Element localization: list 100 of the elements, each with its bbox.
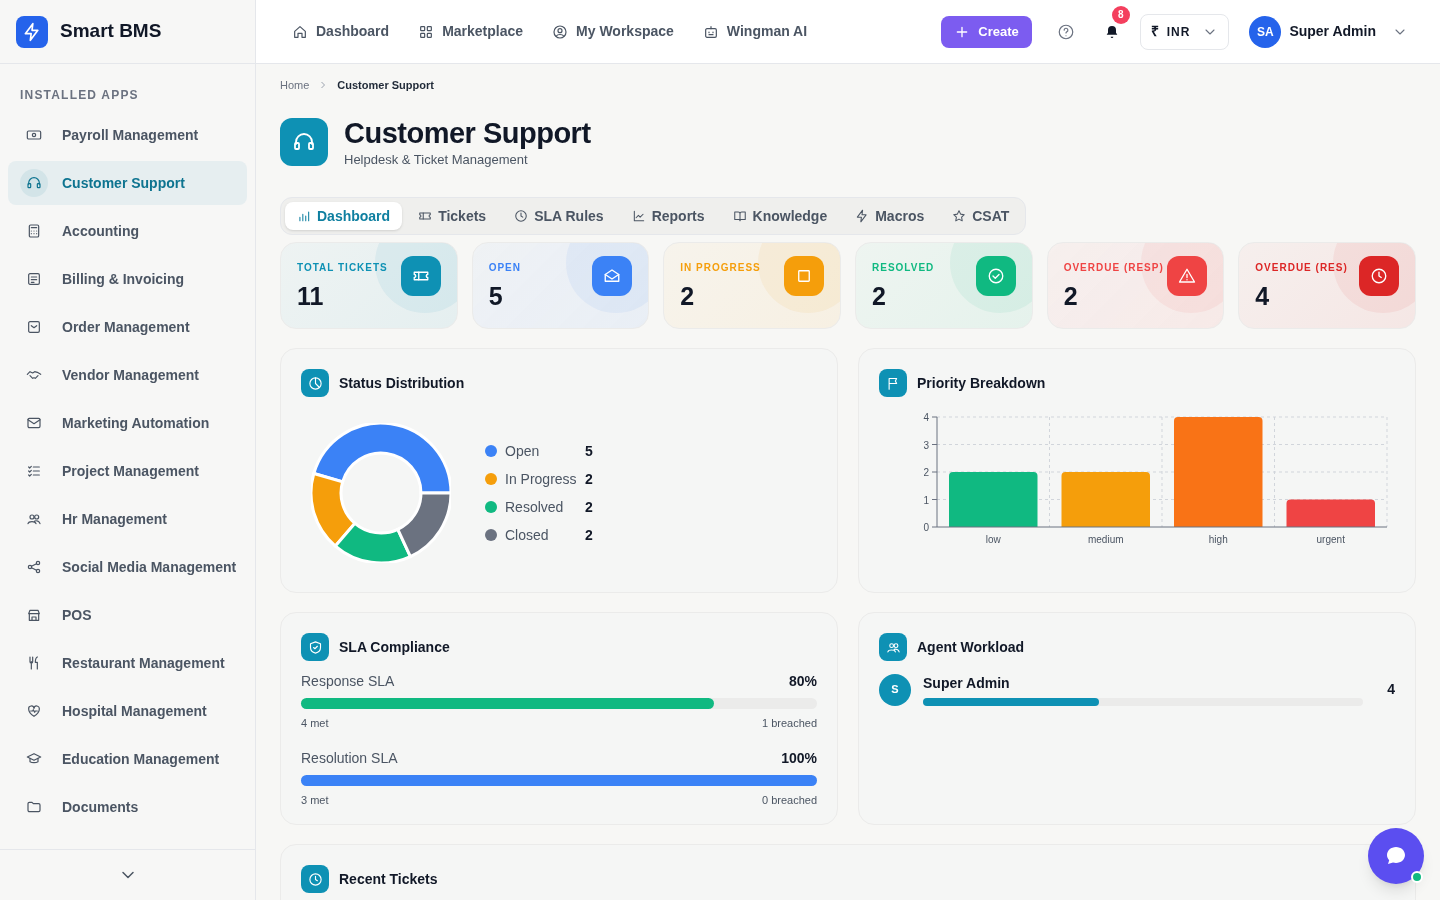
workload-count: 4: [1387, 680, 1395, 699]
sidebar-item[interactable]: Project Management: [8, 449, 247, 493]
currency-selector[interactable]: ₹ INR: [1139, 13, 1230, 50]
calculator-icon: [26, 223, 42, 239]
sla-percent: 80%: [788, 672, 817, 691]
help-icon: [1056, 22, 1075, 41]
panel-title: Recent Tickets: [339, 869, 438, 889]
nav-link[interactable]: Marketplace: [418, 21, 524, 42]
sidebar-item[interactable]: Hospital Management: [8, 689, 247, 733]
clock-icon: [514, 209, 529, 223]
tab[interactable]: CSAT: [940, 202, 1022, 230]
sidebar-item[interactable]: Restaurant Management: [8, 641, 247, 685]
axis-tick-label: 3: [923, 439, 929, 451]
banknote-icon: [26, 127, 42, 143]
axis-tick-label: 4: [923, 412, 929, 423]
agent-name: Super Admin: [923, 674, 1011, 693]
sidebar-item[interactable]: Marketing Automation: [8, 401, 247, 445]
grid-icon: [418, 23, 435, 40]
user-icon: [552, 23, 569, 40]
stat-value: 2: [680, 281, 696, 311]
axis-tick-label: low: [985, 534, 1001, 545]
stat-label: OVERDUE (RESP): [1063, 261, 1164, 275]
sidebar-item[interactable]: Billing & Invoicing: [8, 257, 247, 301]
axis-tick-label: urgent: [1316, 534, 1345, 545]
tab[interactable]: SLA Rules: [502, 202, 616, 230]
page-title: Customer Support: [344, 115, 591, 150]
checklist-icon: [26, 463, 42, 479]
legend-value: 2: [585, 497, 593, 517]
book-icon: [732, 209, 747, 223]
tab[interactable]: Dashboard: [285, 202, 403, 230]
sidebar-item[interactable]: Hr Management: [8, 497, 247, 541]
tab[interactable]: Tickets: [406, 202, 499, 230]
clock-icon: [301, 865, 329, 893]
create-button[interactable]: Create: [941, 15, 1032, 48]
panel-title: SLA Compliance: [339, 637, 450, 657]
met-count: 4 met: [301, 716, 329, 731]
heart-icon: [26, 703, 42, 719]
chat-button[interactable]: [1368, 828, 1424, 884]
stat-value: 2: [872, 281, 887, 311]
headset-icon: [280, 118, 328, 167]
legend-label: Closed: [505, 525, 550, 545]
breadcrumb-link[interactable]: Home: [280, 77, 310, 94]
nav-link[interactable]: Wingman AI: [702, 21, 808, 42]
sidebar-item[interactable]: Social Media Management: [8, 545, 247, 589]
brand-name: Smart BMS: [60, 19, 162, 44]
sidebar-item[interactable]: Payroll Management: [8, 113, 247, 157]
nav-link[interactable]: Dashboard: [292, 21, 390, 42]
flag-icon: [879, 369, 907, 397]
legend-label: In Progress: [505, 469, 578, 489]
user-menu[interactable]: SA Super Admin: [1249, 15, 1408, 48]
robot-icon: [702, 23, 719, 40]
sidebar-item[interactable]: Education Management: [8, 737, 247, 781]
axis-tick-label: high: [1208, 534, 1228, 545]
tab[interactable]: Reports: [619, 202, 717, 230]
legend-label: Open: [505, 441, 541, 461]
axis-tick-label: medium: [1087, 534, 1124, 545]
legend-label: Resolved: [505, 497, 565, 517]
sla-label: Resolution SLA: [301, 748, 398, 768]
axis-tick-label: 1: [923, 494, 929, 506]
breached-count: 0 breached: [761, 792, 817, 808]
pie-chart-icon: [301, 369, 329, 397]
sidebar-heading: INSTALLED APPS: [19, 87, 140, 104]
star-icon: [952, 209, 967, 223]
nav-link[interactable]: My Workspace: [552, 21, 674, 42]
panel-title: Agent Workload: [917, 637, 1025, 657]
headset-icon: [26, 175, 42, 191]
stat-label: OPEN: [488, 261, 521, 275]
panel-title: Status Distribution: [339, 373, 465, 393]
stat-label: TOTAL TICKETS: [297, 261, 388, 275]
users-icon: [26, 511, 42, 527]
legend-value: 5: [585, 441, 593, 461]
sidebar-item[interactable]: Customer Support: [8, 161, 247, 205]
sidebar-item[interactable]: Order Management: [8, 305, 247, 349]
breadcrumb-link[interactable]: Customer Support: [337, 77, 434, 94]
page-subtitle: Helpdesk & Ticket Management: [344, 150, 529, 169]
panel-title: Priority Breakdown: [917, 373, 1046, 393]
store-icon: [26, 607, 42, 623]
share-icon: [26, 559, 42, 575]
sla-label: Response SLA: [301, 672, 395, 691]
breached-count: 1 breached: [761, 716, 817, 731]
bar-chart-icon: [297, 209, 311, 223]
home-icon: [292, 23, 308, 40]
ticket-icon: [418, 209, 433, 223]
tab[interactable]: Macros: [843, 202, 937, 230]
agent-avatar: S: [879, 673, 911, 706]
tab[interactable]: Knowledge: [720, 202, 840, 230]
stat-label: OVERDUE (RES): [1255, 261, 1348, 275]
logo-icon: [16, 15, 48, 48]
sidebar-item[interactable]: Vendor Management: [8, 353, 247, 397]
shield-icon: [301, 633, 329, 661]
stat-value: 5: [488, 281, 504, 311]
sidebar-item[interactable]: Accounting: [8, 209, 247, 253]
legend-value: 2: [585, 469, 593, 489]
stat-value: 4: [1255, 281, 1271, 311]
sidebar-item[interactable]: POS: [8, 593, 247, 637]
stat-label: IN PROGRESS: [680, 261, 761, 275]
sidebar-item[interactable]: Documents: [8, 785, 247, 829]
line-chart-icon: [631, 209, 646, 223]
sla-percent: 100%: [781, 748, 817, 768]
legend-value: 2: [585, 525, 593, 545]
